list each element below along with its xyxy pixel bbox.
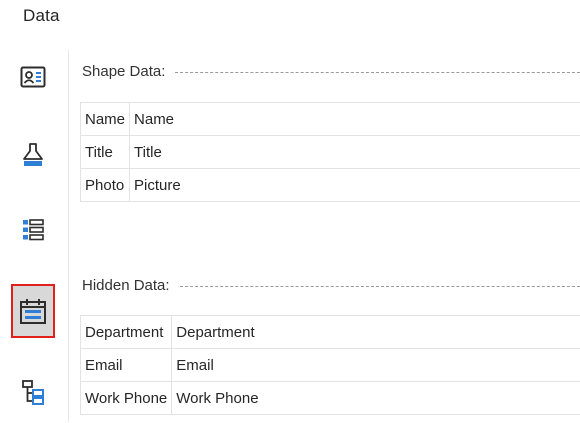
table-row: Name Name bbox=[79, 102, 580, 136]
field-value[interactable]: Department bbox=[171, 315, 580, 349]
field-value[interactable]: Picture bbox=[129, 168, 580, 202]
field-key: Work Phone bbox=[79, 381, 173, 415]
table-row: Work Phone Work Phone bbox=[79, 381, 580, 415]
field-value[interactable]: Title bbox=[129, 135, 580, 169]
field-value[interactable]: Email bbox=[171, 348, 580, 382]
table-row: Department Department bbox=[79, 315, 580, 349]
shape-data-header: Shape Data: bbox=[82, 61, 580, 81]
hidden-data-table: Department Department Email Email Work P… bbox=[79, 315, 580, 415]
sidebar-item-list[interactable] bbox=[12, 209, 54, 251]
field-key: Title bbox=[79, 135, 131, 169]
section-divider bbox=[179, 285, 580, 287]
sidebar-item-data-fields[interactable] bbox=[11, 284, 55, 338]
field-value[interactable]: Work Phone bbox=[171, 381, 580, 415]
sidebar-divider bbox=[68, 50, 69, 422]
hidden-data-header: Hidden Data: bbox=[82, 275, 580, 295]
sidebar bbox=[0, 44, 68, 423]
paint-brush-icon bbox=[21, 142, 45, 168]
list-icon bbox=[21, 218, 45, 242]
shape-data-label: Shape Data: bbox=[82, 62, 166, 80]
field-key: Name bbox=[79, 102, 131, 136]
table-row: Title Title bbox=[79, 135, 580, 169]
sidebar-item-shape-data[interactable] bbox=[12, 56, 54, 98]
field-key: Photo bbox=[79, 168, 131, 202]
table-row: Email Email bbox=[79, 348, 580, 382]
sidebar-item-hierarchy[interactable] bbox=[12, 372, 54, 414]
shape-data-table: Name Name Title Title Photo Picture bbox=[79, 102, 580, 202]
field-key: Department bbox=[79, 315, 173, 349]
field-key: Email bbox=[79, 348, 173, 382]
section-divider bbox=[175, 71, 580, 73]
data-panel-title: Data bbox=[23, 6, 60, 25]
sidebar-item-style[interactable] bbox=[12, 134, 54, 176]
calendar-table-icon bbox=[19, 297, 47, 325]
table-row: Photo Picture bbox=[79, 168, 580, 202]
field-value[interactable]: Name bbox=[129, 102, 580, 136]
hierarchy-tree-icon bbox=[21, 379, 45, 407]
hidden-data-label: Hidden Data: bbox=[82, 276, 170, 294]
contact-card-icon bbox=[20, 66, 46, 88]
